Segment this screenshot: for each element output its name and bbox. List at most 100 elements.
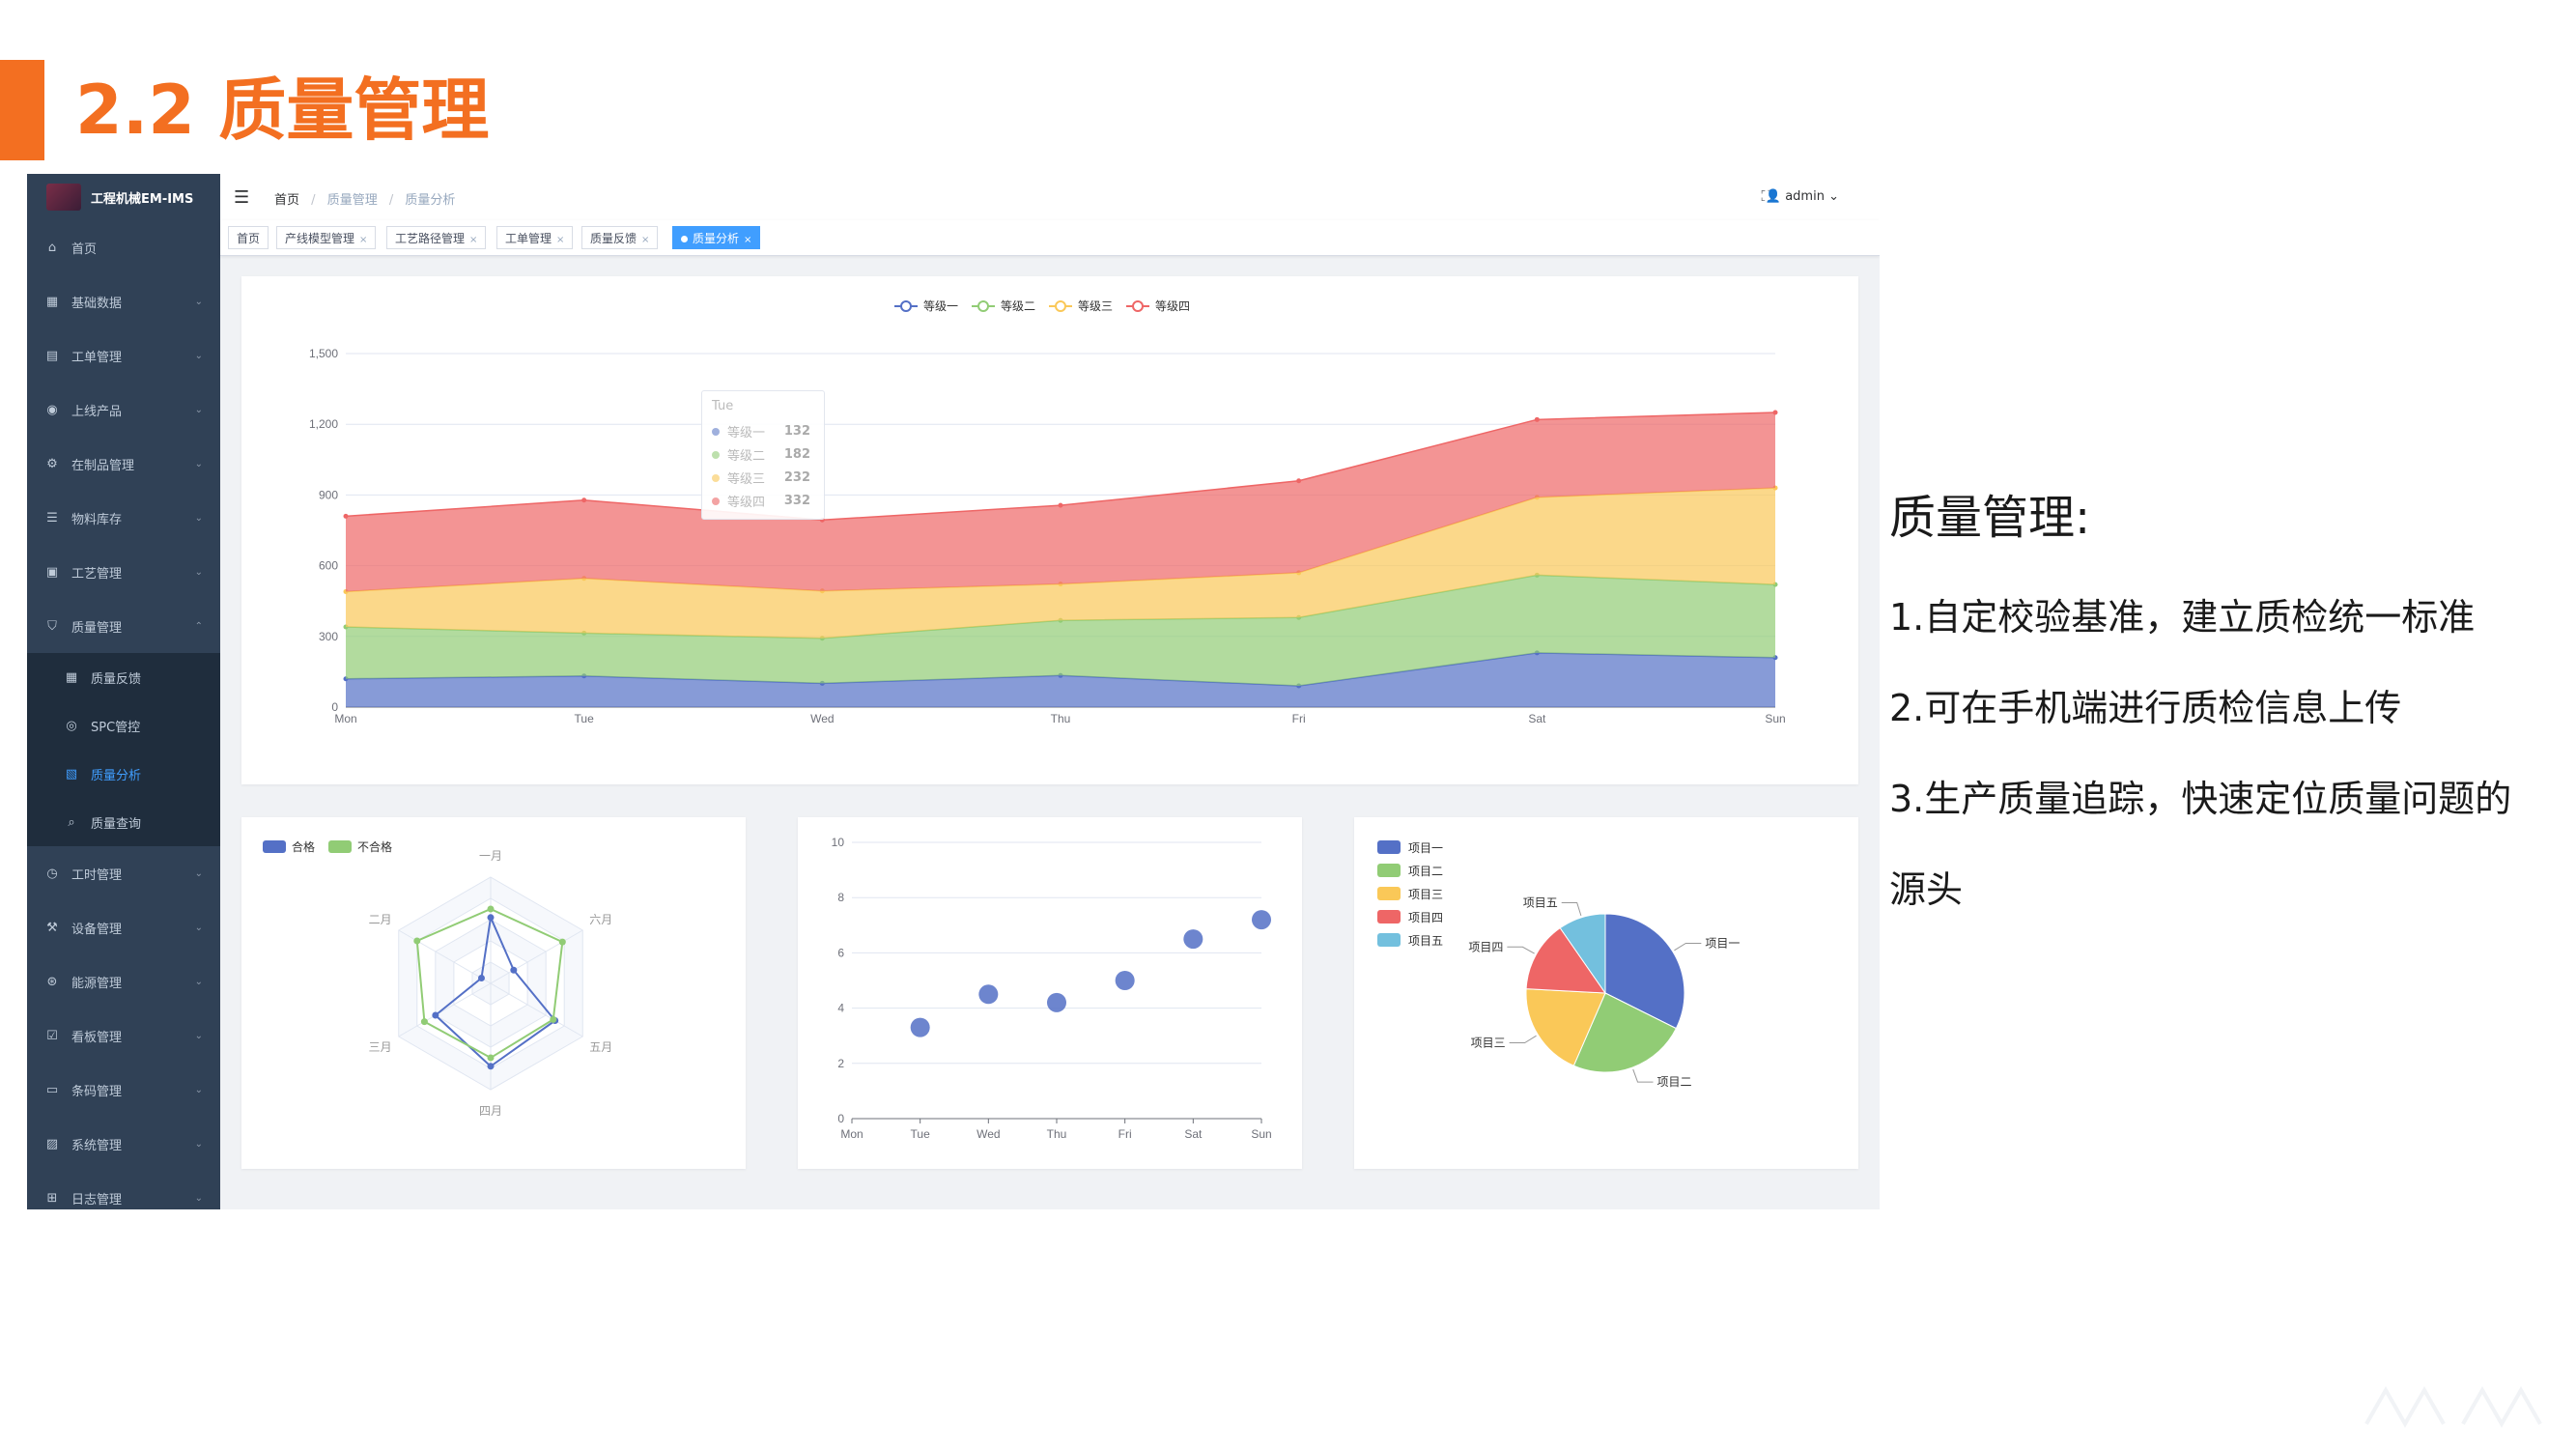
tag-quality-analysis[interactable]: 质量分析 × [672,226,761,249]
sidebar-item-online-products[interactable]: ◉ 上线产品 ⌄ [27,383,220,437]
tag-work-orders[interactable]: 工单管理 × [496,226,574,249]
sidebar-item-label: 质量反馈 [91,671,142,687]
pie-label-line [1632,1068,1654,1083]
sidebar-item-equipment[interactable]: ⚒ 设备管理 ⌄ [27,900,220,954]
sidebar-item-label: 工单管理 [71,350,123,365]
breadcrumb: 首页 / 质量管理 / 质量分析 [274,189,455,208]
sidebar-item-energy[interactable]: ⊛ 能源管理 ⌄ [27,954,220,1009]
chevron-down-icon: ⌄ [194,350,203,361]
sidebar-item-label: 看板管理 [71,1030,123,1045]
sidebar-item-label: 质量查询 [91,816,142,832]
breadcrumb-item-quality[interactable]: 质量管理 [327,193,378,208]
x-tick-label: Fri [1292,712,1306,725]
sidebar-item-barcode[interactable]: ▭ 条码管理 ⌄ [27,1063,220,1117]
breadcrumb-separator: / [311,193,316,208]
tag-process-route[interactable]: 工艺路径管理 × [386,226,487,249]
radar-indicator-label: 二月 [369,913,392,926]
sidebar-item-quality[interactable]: ⛉ 质量管理 ⌃ [27,599,220,653]
logo-text: 工程机械EM-IMS [91,191,194,207]
data-point [1534,416,1540,422]
tag-line-model[interactable]: 产线模型管理 × [276,226,377,249]
y-tick-label: 0 [837,1112,844,1125]
sidebar-item-inventory[interactable]: ☰ 物料库存 ⌄ [27,491,220,545]
product-icon: ◉ [46,402,58,417]
close-icon[interactable]: × [469,235,477,245]
energy-icon: ⊛ [46,974,58,989]
sidebar-item-label: 物料库存 [71,512,123,527]
stacked-area-chart[interactable]: 等级一 等级二 等级三 等级四03006009001,2001,500Mon Tue We… [241,276,1858,784]
scatter-point [978,984,999,1005]
x-tick-label: Sat [1184,1127,1203,1141]
y-tick-label: 10 [832,836,845,849]
legend-label: 项目五 [1408,934,1443,948]
x-tick-label: Sun [1251,1127,1271,1141]
stack-icon: ☰ [46,510,58,526]
sidebar-item-basic-data[interactable]: ▦ 基础数据 ⌄ [27,274,220,328]
chevron-down-icon: ⌄ [194,1192,203,1204]
chevron-down-icon: ⌄ [194,867,203,879]
sidebar-item-process[interactable]: ▣ 工艺管理 ⌄ [27,545,220,599]
hamburger-icon[interactable]: ☰ [234,187,249,208]
sidebar-subitem-quality-feedback[interactable]: ▦ 质量反馈 [27,653,220,701]
pie-slice-label: 项目二 [1657,1075,1692,1089]
tag-home[interactable]: 首页 [228,226,269,249]
y-tick-label: 1,200 [309,417,338,431]
scatter-point [1183,929,1203,950]
logo[interactable]: 工程机械EM-IMS [27,174,220,220]
sidebar-item-logs[interactable]: ⊞ 日志管理 ⌄ [27,1171,220,1209]
panel-line-3: 3.生产质量追踪，快速定位质量问题的 [1889,778,2512,820]
data-point [1772,410,1778,415]
legend-swatch [1377,864,1401,877]
data-point [413,937,421,945]
close-icon[interactable]: × [359,235,367,245]
tooltip-series-name: 等级四 [727,496,766,510]
legend-swatch [1377,887,1401,900]
legend-swatch [1377,933,1401,947]
legend-label: 项目一 [1408,841,1443,855]
title-accent-bar [0,60,44,160]
sidebar-item-board[interactable]: ☑ 看板管理 ⌄ [27,1009,220,1063]
legend-symbol [900,300,912,312]
sidebar-subitem-quality-analysis[interactable]: ▧ 质量分析 [27,750,220,798]
home-icon: ⌂ [47,240,57,255]
x-tick-label: Fri [1118,1127,1132,1141]
scatter-chart[interactable]: 0 2 4 6 8 10 Mon Tue Wed Thu Fri Sat Sun [798,817,1302,1169]
calendar-icon: ▣ [45,564,59,580]
pie-slice-label: 项目三 [1471,1037,1506,1050]
y-tick-label: 300 [319,630,338,643]
sidebar-item-work-hours[interactable]: ◷ 工时管理 ⌄ [27,846,220,900]
sidebar-item-label: 条码管理 [71,1084,123,1099]
close-icon[interactable]: × [641,235,649,245]
tooltip-series-value: 132 [783,424,810,439]
close-icon[interactable]: × [556,235,564,245]
sidebar-item-home[interactable]: ⌂ 首页 [27,220,220,274]
logo-mark [46,184,81,211]
timer-icon: ◷ [46,866,58,881]
report-icon: ▧ [65,766,78,781]
tooltip-row: 等级三 232 [712,469,818,487]
close-icon[interactable]: × [744,235,751,245]
pie-label-line [1674,942,1702,952]
tooltip-row: 等级四 332 [712,492,818,510]
sidebar-item-wip[interactable]: ⚙ 在制品管理 ⌄ [27,437,220,491]
sidebar-item-work-orders[interactable]: ▤ 工单管理 ⌄ [27,328,220,383]
sidebar-item-label: 日志管理 [71,1192,123,1208]
sidebar-item-system[interactable]: ▨ 系统管理 ⌄ [27,1117,220,1171]
breadcrumb-item-home[interactable]: 首页 [274,193,299,208]
chevron-down-icon: ⌄ [194,922,203,933]
tag-quality-feedback[interactable]: 质量反馈 × [581,226,659,249]
sidebar-subitem-spc[interactable]: ◎ SPC管控 [27,701,220,750]
pie-chart[interactable]: 项目一项目二项目三项目四项目五 项目一项目二项目三项目四项目五 [1354,817,1858,1169]
x-tick-label: Mon [840,1127,863,1141]
sidebar-item-label: 工艺管理 [71,566,123,582]
sidebar-subitem-quality-query[interactable]: ⌕ 质量查询 [27,798,220,846]
x-tick-label: Sun [1765,712,1785,725]
user-menu[interactable]: 👤 admin ⌄ [1766,189,1839,204]
y-tick-label: 8 [837,891,844,904]
data-point [432,1011,439,1019]
data-point [1058,502,1063,508]
sidebar-item-label: 质量管理 [71,620,123,636]
chevron-down-icon: ⌄ [194,512,203,524]
data-point [581,497,587,503]
radar-chart[interactable]: 合格 不合格一月六月五月四月 三月 二月 [241,817,746,1169]
